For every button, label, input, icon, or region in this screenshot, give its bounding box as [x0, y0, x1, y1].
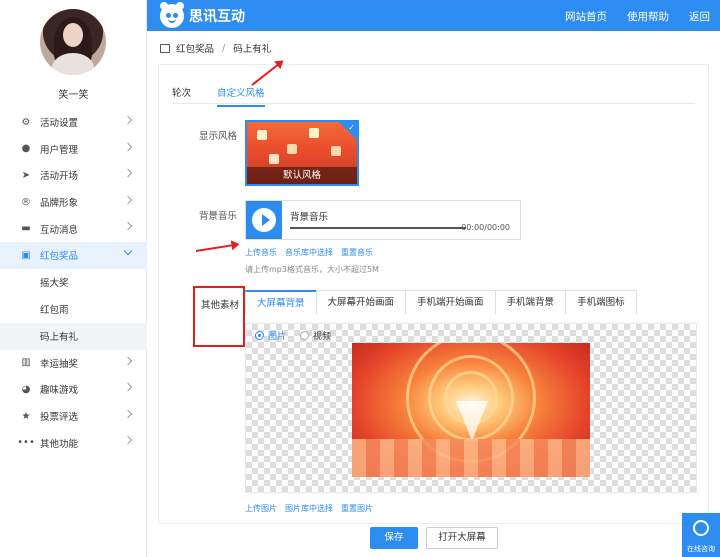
sidebar-item-user-management[interactable]: ● 用户管理 — [0, 136, 147, 163]
save-button[interactable]: 保存 — [370, 527, 418, 549]
reset-image-link[interactable]: 重置图片 — [341, 503, 373, 514]
sidebar-item-red-packet[interactable]: ▣ 红包奖品 — [0, 241, 147, 269]
open-big-screen-button[interactable]: 打开大屏幕 — [426, 527, 498, 549]
chevron-right-icon — [123, 222, 133, 231]
gear-icon: ⚙ — [21, 116, 31, 128]
chevron-down-icon — [123, 246, 133, 256]
image-links: 上传图片 图片库中选择 重置图片 — [245, 503, 373, 514]
asset-tabs: 大屏幕背景 大屏幕开始画面 手机端开始画面 手机端背景 手机端图标 — [245, 290, 637, 314]
radio-video[interactable]: 视频 — [300, 329, 331, 342]
sidebar-item-lucky-draw[interactable]: ▥ 幸运抽奖 — [0, 350, 147, 377]
avatar[interactable] — [40, 9, 106, 75]
chevron-right-icon — [123, 436, 133, 445]
breadcrumb-separator: / — [222, 42, 226, 54]
message-icon: ▬ — [21, 223, 31, 235]
display-style-label: 显示风格 — [199, 131, 238, 142]
music-links: 上传音乐 音乐库中选择 重置音乐 — [245, 247, 373, 258]
sidebar-item-voting[interactable]: ★ 投票评选 — [0, 403, 147, 430]
breadcrumb-item[interactable]: 红包奖品 — [176, 41, 214, 55]
breadcrumb-current: 码上有礼 — [233, 44, 272, 55]
sidebar-subitem-red-packet-rain[interactable]: 红包雨 — [0, 296, 147, 323]
breadcrumb: 红包奖品 / 码上有礼 — [160, 41, 271, 55]
sidebar-item-other-features[interactable]: ••• 其他功能 — [0, 429, 147, 456]
annotation-box — [193, 286, 245, 347]
upload-music-link[interactable]: 上传音乐 — [245, 247, 277, 258]
gift-icon: ▣ — [21, 249, 31, 261]
folder-icon — [160, 43, 170, 53]
audio-time: 00:00/00:00 — [461, 223, 510, 232]
nav-help-link[interactable]: 使用帮助 — [627, 9, 669, 24]
game-icon: ◕ — [21, 383, 31, 395]
audio-progress-bar[interactable] — [290, 227, 466, 229]
tab-mobile-bg[interactable]: 手机端背景 — [494, 290, 567, 314]
music-library-link[interactable]: 音乐库中选择 — [285, 247, 333, 258]
chevron-right-icon — [123, 142, 133, 151]
radio-image[interactable]: 图片 — [255, 329, 286, 342]
tab-big-screen-start[interactable]: 大屏幕开始画面 — [315, 290, 407, 314]
chevron-right-icon — [123, 409, 133, 418]
tab-mobile-start[interactable]: 手机端开始画面 — [405, 290, 496, 314]
sidebar-item-brand-image[interactable]: ® 品牌形象 — [0, 189, 147, 216]
logo-icon[interactable] — [160, 2, 184, 28]
play-button[interactable] — [246, 201, 282, 239]
chevron-right-icon — [123, 115, 133, 125]
brand-icon: ® — [21, 196, 31, 208]
sidebar-subitem-scan-gift[interactable]: 码上有礼 — [0, 322, 147, 350]
nav-home-link[interactable]: 网站首页 — [565, 9, 607, 24]
chevron-right-icon — [123, 168, 133, 178]
nav-back-link[interactable]: 返回 — [689, 9, 710, 24]
reset-music-link[interactable]: 重置音乐 — [341, 247, 373, 258]
audio-title: 背景音乐 — [290, 212, 329, 223]
top-header: 思讯互动 网站首页 使用帮助 返回 — [147, 0, 720, 31]
chevron-right-icon — [123, 195, 133, 205]
other-assets-label: 其他素材 — [201, 300, 240, 311]
media-type-radios: 图片 视频 — [255, 329, 331, 342]
sidebar-item-activity-opening[interactable]: ➤ 活动开场 — [0, 162, 147, 189]
username: 笑一笑 — [58, 90, 89, 101]
sidebar-item-interactive-messages[interactable]: ▬ 互动消息 — [0, 215, 147, 242]
sidebar-item-activity-settings[interactable]: ⚙ 活动设置 — [0, 109, 147, 136]
style-thumbnail-default[interactable]: ✓ 默认风格 — [245, 120, 359, 186]
sidebar-subitem-grand-prize[interactable]: 摇大奖 — [0, 269, 147, 296]
sidebar-menu: ⚙ 活动设置 ● 用户管理 ➤ 活动开场 ® 品牌形象 ▬ 互动消息 ▣ 红包奖… — [0, 109, 147, 456]
top-nav: 网站首页 使用帮助 返回 — [565, 9, 710, 24]
bg-music-label: 背景音乐 — [199, 211, 238, 222]
play-icon — [262, 214, 270, 226]
tab-mobile-icon[interactable]: 手机端图标 — [565, 290, 637, 314]
background-preview-image — [352, 343, 590, 477]
upload-image-link[interactable]: 上传图片 — [245, 503, 277, 514]
chevron-right-icon — [123, 356, 133, 365]
online-consult-button[interactable]: 在线咨询 — [682, 513, 720, 557]
radio-unchecked-icon — [300, 331, 310, 340]
star-icon: ★ — [21, 410, 31, 422]
chevron-right-icon — [123, 382, 133, 392]
lottery-icon: ▥ — [21, 357, 31, 369]
tabs-divider — [172, 103, 695, 104]
tab-big-screen-bg[interactable]: 大屏幕背景 — [245, 290, 317, 314]
image-library-link[interactable]: 图片库中选择 — [285, 503, 333, 514]
style-caption: 默认风格 — [247, 167, 357, 184]
sidebar: 笑一笑 ⚙ 活动设置 ● 用户管理 ➤ 活动开场 ® 品牌形象 ▬ 互动消息 ▣… — [0, 0, 147, 557]
user-icon: ● — [21, 143, 31, 155]
radio-checked-icon — [255, 331, 264, 340]
headset-icon — [693, 520, 709, 536]
brand-name[interactable]: 思讯互动 — [189, 6, 245, 26]
send-icon: ➤ — [21, 169, 31, 181]
audio-player: 背景音乐 00:00/00:00 — [245, 200, 521, 240]
music-hint: 请上传mp3格式音乐，大小不超过5M — [245, 265, 379, 274]
more-icon: ••• — [17, 437, 35, 449]
sidebar-item-fun-games[interactable]: ◕ 趣味游戏 — [0, 376, 147, 403]
